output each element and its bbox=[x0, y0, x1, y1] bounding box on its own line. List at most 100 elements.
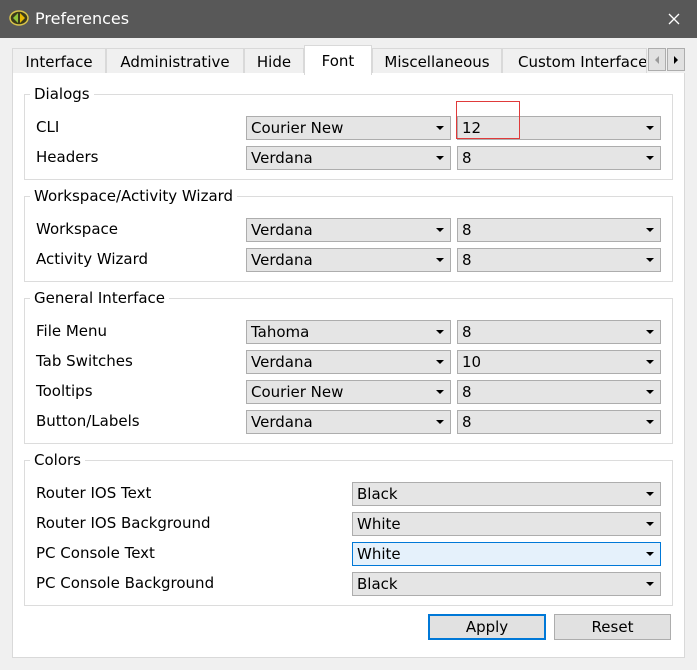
select-value: Verdana bbox=[251, 149, 313, 167]
chevron-down-icon bbox=[436, 258, 444, 262]
tab-scroll-right-button[interactable] bbox=[667, 48, 685, 71]
tooltips-size-select[interactable]: 8 bbox=[457, 380, 661, 404]
file-menu-font-select[interactable]: Tahoma bbox=[246, 320, 451, 344]
pc-console-text-color-select[interactable]: White bbox=[352, 542, 661, 566]
select-value: Verdana bbox=[251, 221, 313, 239]
select-value: 8 bbox=[462, 383, 472, 401]
tab-miscellaneous[interactable]: Miscellaneous bbox=[372, 48, 502, 74]
button-labels-font-select[interactable]: Verdana bbox=[246, 410, 451, 434]
select-value: Courier New bbox=[251, 383, 344, 401]
chevron-down-icon bbox=[436, 156, 444, 160]
chevron-down-icon bbox=[436, 228, 444, 232]
chevron-down-icon bbox=[436, 360, 444, 364]
headers-size-select[interactable]: 8 bbox=[457, 146, 661, 170]
select-value: Black bbox=[357, 575, 398, 593]
button-labels-size-select[interactable]: 8 bbox=[457, 410, 661, 434]
select-value: 8 bbox=[462, 413, 472, 431]
tab-hide[interactable]: Hide bbox=[244, 48, 304, 74]
activity-wizard-font-select[interactable]: Verdana bbox=[246, 248, 451, 272]
chevron-down-icon bbox=[436, 390, 444, 394]
headers-label: Headers bbox=[36, 148, 99, 166]
tab-strip: Interface Administrative Hide Font Misce… bbox=[12, 45, 685, 75]
pc-console-background-label: PC Console Background bbox=[36, 574, 215, 592]
button-labels-label: Button/Labels bbox=[36, 412, 140, 430]
chevron-down-icon bbox=[646, 522, 654, 526]
tooltips-label: Tooltips bbox=[36, 382, 93, 400]
router-ios-background-color-select[interactable]: White bbox=[352, 512, 661, 536]
tab-custom-interface[interactable]: Custom Interface bbox=[502, 48, 647, 74]
cli-label: CLI bbox=[36, 118, 60, 136]
select-value: Tahoma bbox=[251, 323, 310, 341]
file-menu-label: File Menu bbox=[36, 322, 108, 340]
chevron-right-icon bbox=[674, 55, 678, 64]
workspace-group: Workspace/Activity Wizard Workspace Verd… bbox=[24, 186, 673, 282]
activity-wizard-size-select[interactable]: 8 bbox=[457, 248, 661, 272]
router-ios-text-label: Router IOS Text bbox=[36, 484, 152, 502]
tab-interface[interactable]: Interface bbox=[12, 48, 106, 74]
tab-switches-font-select[interactable]: Verdana bbox=[246, 350, 451, 374]
chevron-down-icon bbox=[646, 420, 654, 424]
activity-wizard-label: Activity Wizard bbox=[36, 250, 149, 268]
group-title: Colors bbox=[30, 450, 85, 470]
pc-console-text-label: PC Console Text bbox=[36, 544, 155, 562]
select-value: 8 bbox=[462, 149, 472, 167]
chevron-down-icon bbox=[646, 492, 654, 496]
select-value: 8 bbox=[462, 221, 472, 239]
file-menu-size-select[interactable]: 8 bbox=[457, 320, 661, 344]
reset-button-label: Reset bbox=[591, 618, 634, 636]
tab-scroll-left-button[interactable] bbox=[648, 48, 666, 71]
chevron-down-icon bbox=[646, 582, 654, 586]
chevron-left-icon bbox=[655, 55, 659, 64]
apply-button-label: Apply bbox=[465, 618, 509, 636]
select-value: White bbox=[357, 515, 401, 533]
dialogs-group: Dialogs CLI Courier New 12 Headers Verda… bbox=[24, 84, 673, 180]
select-value: 8 bbox=[462, 251, 472, 269]
pc-console-background-color-select[interactable]: Black bbox=[352, 572, 661, 596]
select-value: White bbox=[357, 545, 401, 563]
workspace-size-select[interactable]: 8 bbox=[457, 218, 661, 242]
tab-switches-label: Tab Switches bbox=[36, 352, 133, 370]
reset-button[interactable]: Reset bbox=[554, 614, 671, 640]
chevron-down-icon bbox=[436, 126, 444, 130]
select-value: Verdana bbox=[251, 353, 313, 371]
chevron-down-icon bbox=[436, 420, 444, 424]
title-bar: Preferences bbox=[0, 0, 697, 38]
tab-switches-size-select[interactable]: 10 bbox=[457, 350, 661, 374]
general-interface-group: General Interface File Menu Tahoma 8 Tab… bbox=[24, 288, 673, 444]
tooltips-font-select[interactable]: Courier New bbox=[246, 380, 451, 404]
select-value: Black bbox=[357, 485, 398, 503]
workspace-font-select[interactable]: Verdana bbox=[246, 218, 451, 242]
apply-button[interactable]: Apply bbox=[428, 614, 546, 640]
chevron-down-icon bbox=[646, 126, 654, 130]
tab-administrative[interactable]: Administrative bbox=[106, 48, 244, 74]
select-value: Verdana bbox=[251, 413, 313, 431]
workspace-label: Workspace bbox=[36, 220, 118, 238]
group-title: Dialogs bbox=[30, 84, 94, 104]
colors-group: Colors Router IOS Text Black Router IOS … bbox=[24, 450, 673, 606]
tab-font[interactable]: Font bbox=[304, 45, 372, 75]
packet-tracer-app-icon bbox=[9, 10, 29, 26]
chevron-down-icon bbox=[646, 360, 654, 364]
window-title: Preferences bbox=[35, 9, 130, 28]
headers-font-select[interactable]: Verdana bbox=[246, 146, 451, 170]
font-tab-page: Dialogs CLI Courier New 12 Headers Verda… bbox=[12, 73, 685, 658]
select-value: 8 bbox=[462, 323, 472, 341]
select-value: 10 bbox=[462, 353, 482, 371]
chevron-down-icon bbox=[436, 330, 444, 334]
select-value: 12 bbox=[462, 119, 482, 137]
close-button[interactable] bbox=[651, 0, 697, 38]
cli-font-select[interactable]: Courier New bbox=[246, 116, 451, 140]
tab-label: Font bbox=[321, 51, 355, 70]
tab-label: Custom Interface bbox=[518, 52, 647, 71]
router-ios-text-color-select[interactable]: Black bbox=[352, 482, 661, 506]
tab-label: Miscellaneous bbox=[384, 52, 490, 71]
select-value: Verdana bbox=[251, 251, 313, 269]
cli-size-select[interactable]: 12 bbox=[457, 116, 661, 140]
tab-label: Hide bbox=[256, 52, 292, 71]
chevron-down-icon bbox=[646, 156, 654, 160]
router-ios-background-label: Router IOS Background bbox=[36, 514, 211, 532]
chevron-down-icon bbox=[646, 552, 654, 556]
chevron-down-icon bbox=[646, 228, 654, 232]
close-icon bbox=[668, 13, 680, 25]
group-title: General Interface bbox=[30, 288, 170, 308]
